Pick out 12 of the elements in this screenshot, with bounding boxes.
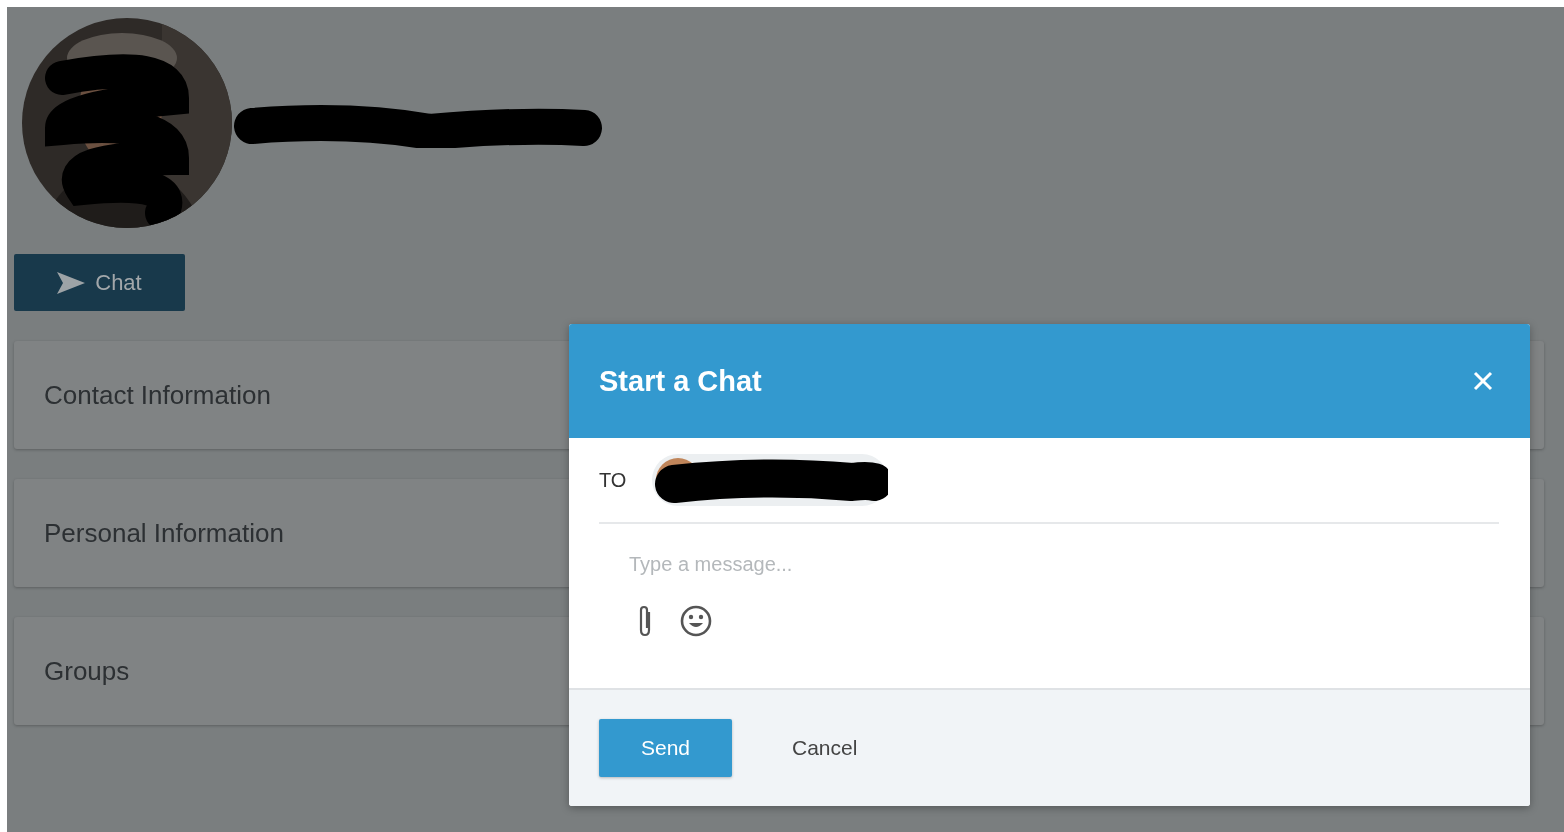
chat-button[interactable]: Chat <box>14 254 185 311</box>
send-button[interactable]: Send <box>599 719 732 777</box>
send-icon <box>57 271 86 294</box>
emoji-icon[interactable] <box>679 604 713 638</box>
section-title: Groups <box>44 655 130 687</box>
dialog-title: Start a Chat <box>599 364 762 398</box>
section-title: Contact Information <box>44 379 271 411</box>
recipient-chip[interactable] <box>652 454 888 506</box>
close-icon[interactable] <box>1473 371 1493 391</box>
cancel-button[interactable]: Cancel <box>792 719 858 777</box>
to-label: TO <box>599 468 628 492</box>
section-title: Personal Information <box>44 517 284 549</box>
